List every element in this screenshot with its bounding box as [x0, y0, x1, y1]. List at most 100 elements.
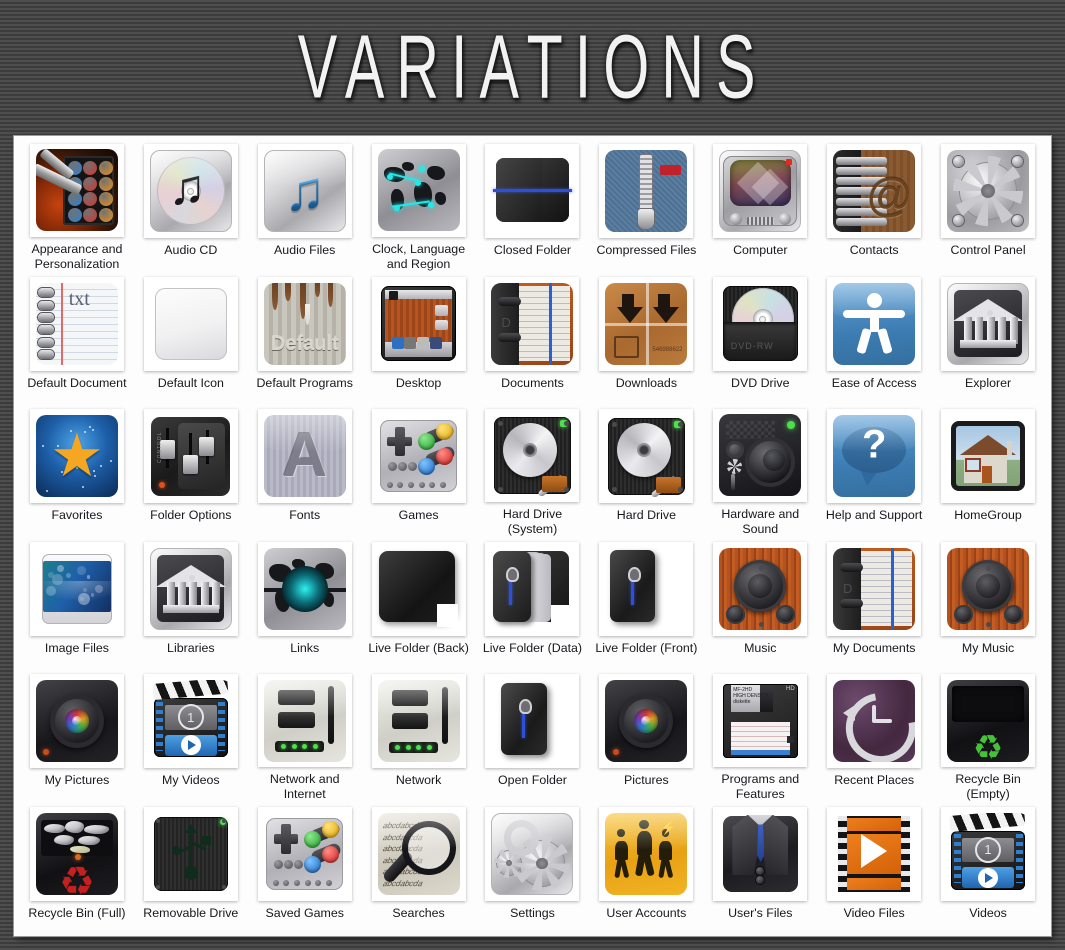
icon-cell[interactable]: Explorer: [931, 273, 1045, 406]
hard-drive-icon[interactable]: [599, 409, 693, 503]
icon-cell[interactable]: My Pictures: [20, 670, 134, 803]
recycle-full-icon[interactable]: ♻: [30, 807, 124, 901]
users-files-icon[interactable]: [713, 807, 807, 901]
icon-cell[interactable]: ♻ Recycle Bin (Full): [20, 803, 134, 936]
open-folder-icon[interactable]: [485, 674, 579, 768]
icon-cell[interactable]: Live Folder (Back): [362, 538, 476, 671]
icon-cell[interactable]: Default Default Programs: [248, 273, 362, 406]
icon-cell[interactable]: Live Folder (Front): [589, 538, 703, 671]
icon-cell[interactable]: Network: [362, 670, 476, 803]
icon-cell[interactable]: @ Contacts: [817, 140, 931, 273]
contacts-icon[interactable]: @: [827, 144, 921, 238]
icon-cell[interactable]: Video Files: [817, 803, 931, 936]
icon-cell[interactable]: Saved Games: [248, 803, 362, 936]
icon-cell[interactable]: ⚡ User Accounts: [589, 803, 703, 936]
music-icon[interactable]: [941, 542, 1035, 636]
programs-features-icon[interactable]: MF-2HD HIGH DENSITY diskette HD: [713, 674, 807, 767]
default-icon-icon[interactable]: [144, 277, 238, 371]
searches-icon[interactable]: 𝑎𝑏𝑐𝑑𝑎𝑏𝑐𝑑𝑎 𝑎𝑏𝑐𝑑𝑎𝑏𝑐𝑑𝑎 𝑎𝑏𝑐𝑑𝑎𝑏𝑐𝑑𝑎 𝑎𝑏𝑐𝑑𝑎𝑏𝑐𝑑𝑎 𝑎𝑏𝑐𝑑…: [372, 807, 466, 901]
icon-cell[interactable]: Default Icon: [134, 273, 248, 406]
downloads-icon[interactable]: 546988622: [599, 277, 693, 371]
hardware-sound-icon[interactable]: [713, 409, 807, 502]
live-folder-back-icon[interactable]: [372, 542, 466, 636]
icon-cell[interactable]: Desktop: [362, 273, 476, 406]
icon-cell[interactable]: Network and Internet: [248, 670, 362, 803]
icon-cell[interactable]: Libraries: [134, 538, 248, 671]
documents-icon[interactable]: D: [485, 277, 579, 371]
games-icon[interactable]: [372, 409, 466, 503]
icon-cell[interactable]: Pictures: [589, 670, 703, 803]
icon-cell[interactable]: Open Folder: [476, 670, 590, 803]
icon-cell[interactable]: Control Panel: [931, 140, 1045, 273]
audio-cd-icon[interactable]: ♫: [144, 144, 238, 238]
desktop-icon[interactable]: [372, 277, 466, 371]
icon-cell[interactable]: HomeGroup: [931, 405, 1045, 538]
icon-cell[interactable]: My Music: [931, 538, 1045, 671]
audio-files-icon[interactable]: ♫: [258, 144, 352, 238]
dvd-drive-icon[interactable]: DVD-RW: [713, 277, 807, 371]
help-support-icon[interactable]: ?: [827, 409, 921, 503]
network-icon[interactable]: [372, 674, 466, 768]
icon-cell[interactable]: DVD-RW DVD Drive: [703, 273, 817, 406]
icon-cell[interactable]: txt 𝑎𝑐𝑕𝑒𝑓𝑎 𝑎𝑐𝑕𝑒𝑓𝑎 𝑎𝑐𝑕𝑒𝑓𝑎 𝑎𝑐𝑕𝑒𝑓𝑎 Default Docum…: [20, 273, 134, 406]
games-icon[interactable]: [258, 807, 352, 901]
camera-icon[interactable]: [30, 674, 124, 768]
icon-cell[interactable]: Recent Places: [817, 670, 931, 803]
icon-cell[interactable]: 𝑎𝑏𝑐𝑑𝑎𝑏𝑐𝑑𝑎 𝑎𝑏𝑐𝑑𝑎𝑏𝑐𝑑𝑎 𝑎𝑏𝑐𝑑𝑎𝑏𝑐𝑑𝑎 𝑎𝑏𝑐𝑑𝑎𝑏𝑐𝑑𝑎 𝑎𝑏𝑐𝑑…: [362, 803, 476, 936]
icon-cell[interactable]: A Fonts: [248, 405, 362, 538]
icon-cell[interactable]: ? Help and Support: [817, 405, 931, 538]
icon-cell[interactable]: MF-2HD HIGH DENSITY diskette HD Programs and…: [703, 670, 817, 803]
icon-cell[interactable]: Games: [362, 405, 476, 538]
icon-cell[interactable]: Hardware and Sound: [703, 405, 817, 538]
icon-cell[interactable]: Settings: [476, 803, 590, 936]
icon-cell[interactable]: Links: [248, 538, 362, 671]
ease-of-access-icon[interactable]: [827, 277, 921, 371]
live-folder-data-icon[interactable]: [485, 542, 579, 636]
icon-cell[interactable]: D Documents: [476, 273, 590, 406]
explorer-icon[interactable]: [941, 277, 1035, 371]
network-internet-icon[interactable]: [258, 674, 352, 767]
icon-cell[interactable]: 546988622 Downloads: [589, 273, 703, 406]
icon-cell[interactable]: Appearance and Personalization: [20, 140, 134, 273]
compressed-files-icon[interactable]: [599, 144, 693, 238]
live-folder-front-icon[interactable]: [599, 542, 693, 636]
icon-cell[interactable]: ♫ Audio Files: [248, 140, 362, 273]
computer-icon[interactable]: [713, 144, 807, 238]
user-accounts-icon[interactable]: ⚡: [599, 807, 693, 901]
icon-cell[interactable]: Removable Drive: [134, 803, 248, 936]
icon-cell[interactable]: ♫ Audio CD: [134, 140, 248, 273]
appearance-icon[interactable]: [30, 144, 124, 237]
my-documents-icon[interactable]: D: [827, 542, 921, 636]
removable-drive-icon[interactable]: [144, 807, 238, 901]
hard-drive-icon[interactable]: [485, 409, 579, 502]
default-document-icon[interactable]: txt 𝑎𝑐𝑕𝑒𝑓𝑎 𝑎𝑐𝑕𝑒𝑓𝑎 𝑎𝑐𝑕𝑒𝑓𝑎 𝑎𝑐𝑕𝑒𝑓𝑎: [30, 277, 124, 371]
homegroup-icon[interactable]: [941, 409, 1035, 503]
icon-cell[interactable]: Clock, Language and Region: [362, 140, 476, 273]
default-programs-icon[interactable]: Default: [258, 277, 352, 371]
clapper-icon[interactable]: 1: [941, 807, 1035, 901]
icon-cell[interactable]: Image Files: [20, 538, 134, 671]
icon-cell[interactable]: Music: [703, 538, 817, 671]
icon-cell[interactable]: D My Documents: [817, 538, 931, 671]
icon-cell[interactable]: Live Folder (Data): [476, 538, 590, 671]
settings-icon[interactable]: [485, 807, 579, 901]
libraries-icon[interactable]: [144, 542, 238, 636]
control-panel-icon[interactable]: [941, 144, 1035, 238]
icon-cell[interactable]: Compressed Files: [589, 140, 703, 273]
icon-cell[interactable]: Computer: [703, 140, 817, 273]
icon-cell[interactable]: Hard Drive (System): [476, 405, 590, 538]
icon-cell[interactable]: Hard Drive: [589, 405, 703, 538]
music-icon[interactable]: [713, 542, 807, 636]
icon-cell[interactable]: 1 My Videos: [134, 670, 248, 803]
icon-cell[interactable]: CONTROL Folder Options: [134, 405, 248, 538]
icon-cell[interactable]: ★ Favorites: [20, 405, 134, 538]
camera-icon[interactable]: [599, 674, 693, 768]
fonts-icon[interactable]: A: [258, 409, 352, 503]
image-files-icon[interactable]: [30, 542, 124, 636]
recycle-empty-icon[interactable]: ♻: [941, 674, 1035, 767]
icon-cell[interactable]: 1 Videos: [931, 803, 1045, 936]
links-icon[interactable]: [258, 542, 352, 636]
favorites-icon[interactable]: ★: [30, 409, 124, 503]
icon-cell[interactable]: ♻ Recycle Bin (Empty): [931, 670, 1045, 803]
icon-cell[interactable]: Closed Folder: [476, 140, 590, 273]
